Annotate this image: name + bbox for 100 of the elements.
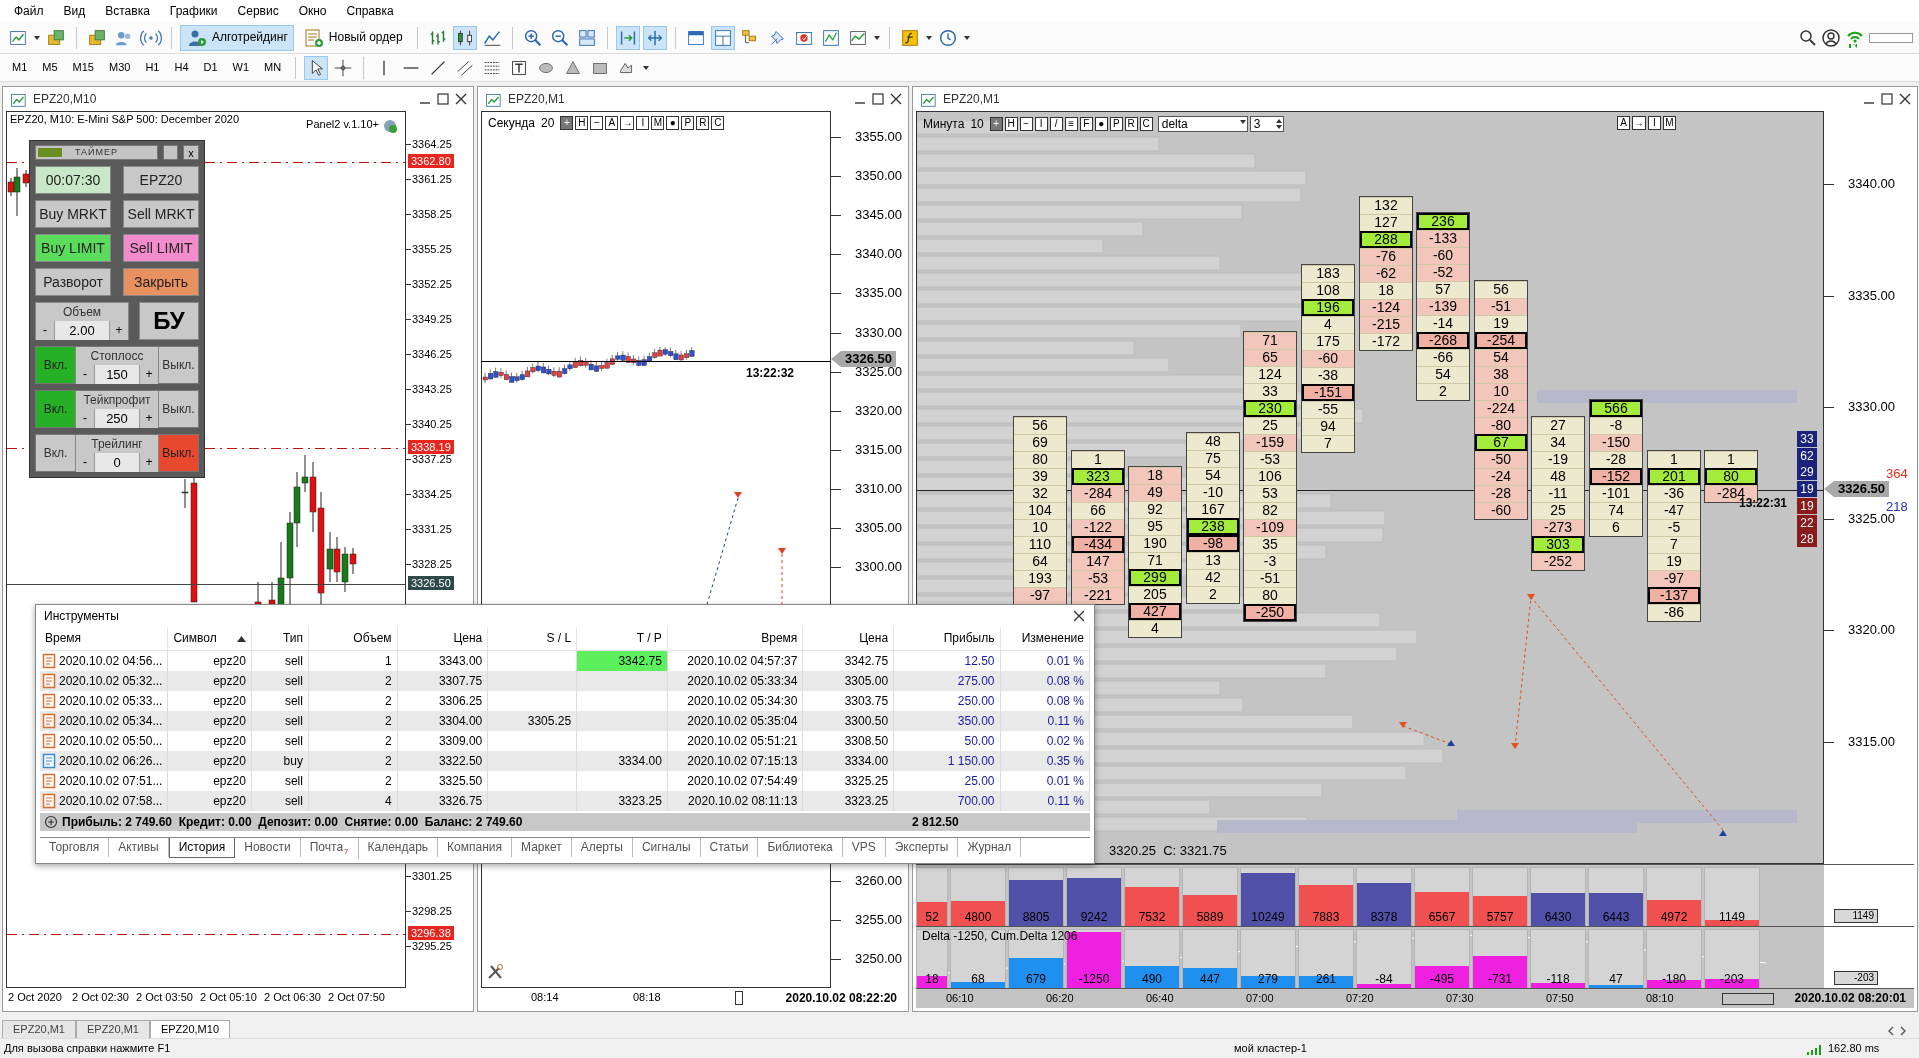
tool-button[interactable]: → — [1632, 116, 1646, 130]
panel-tab[interactable]: Эксперты — [885, 838, 959, 857]
panel-button[interactable]: EPZ20 — [123, 166, 199, 194]
volume-field[interactable]: 2.00 — [55, 321, 109, 340]
column-header[interactable]: Цена — [453, 631, 483, 646]
column-header[interactable]: Время — [761, 631, 798, 646]
on-button[interactable]: Вкл. — [36, 391, 75, 427]
column-header[interactable]: Символ — [173, 631, 217, 646]
off-button[interactable]: Выкл. — [159, 391, 198, 427]
menu-item[interactable]: Вид — [53, 1, 96, 21]
menu-item[interactable]: Файл — [4, 1, 54, 21]
close-icon[interactable] — [1072, 608, 1086, 623]
panel-tab[interactable]: Маркет — [512, 838, 572, 857]
expand-icon[interactable] — [44, 815, 58, 830]
column-header[interactable]: T / P — [636, 631, 662, 646]
minus-button[interactable]: - — [36, 321, 55, 340]
on-button[interactable]: Вкл. — [36, 347, 75, 383]
panel-tab[interactable]: История — [168, 838, 236, 858]
panel-tab[interactable]: Активы — [109, 838, 169, 857]
tool-button[interactable]: A — [605, 116, 619, 131]
tool-button[interactable]: I — [1648, 116, 1661, 130]
layout-icon[interactable] — [710, 25, 735, 50]
blank-button[interactable] — [163, 145, 178, 160]
column-header[interactable]: Время — [45, 631, 82, 646]
menu-item[interactable]: Справка — [336, 1, 404, 21]
off-button[interactable]: Выкл. — [159, 347, 198, 383]
tool-button[interactable]: P — [1109, 117, 1123, 131]
tool-button[interactable]: M — [1663, 116, 1676, 130]
chart-tab[interactable]: EPZ20,M1 — [75, 1019, 150, 1038]
plus-button[interactable]: + — [139, 453, 158, 472]
minus-button[interactable]: - — [76, 453, 95, 472]
setting-field[interactable]: 0 — [95, 453, 139, 472]
tool-button[interactable]: ● — [666, 116, 680, 131]
panel-tab[interactable]: Торговля — [40, 838, 110, 857]
column-header[interactable]: Тип — [282, 631, 303, 646]
tool-button[interactable]: + — [560, 116, 574, 131]
minus-button[interactable]: - — [76, 409, 95, 428]
panel-close-button[interactable]: x — [183, 145, 199, 160]
panel-tab[interactable]: Алерты — [571, 838, 633, 857]
panel-tab[interactable]: Сигналы — [632, 838, 701, 857]
timeframe-button[interactable]: MN — [258, 58, 288, 77]
panel-tab[interactable]: Почта$_{7}$ — [300, 838, 359, 859]
minus-button[interactable]: - — [76, 365, 95, 384]
timeframe-button[interactable]: M15 — [66, 58, 100, 77]
timeframe-button[interactable]: W1 — [226, 58, 256, 77]
tools-icon[interactable] — [486, 963, 504, 981]
toolbar-button[interactable]: Алготрейдинг — [180, 24, 294, 51]
timeframe-button[interactable]: H1 — [139, 58, 166, 77]
off-button[interactable]: Выкл. — [159, 435, 198, 471]
chart-shift-icon[interactable] — [642, 25, 667, 50]
close-icon[interactable] — [890, 93, 902, 105]
scroll-box-icon[interactable] — [735, 991, 743, 1005]
panel-tab[interactable]: Статьи — [700, 838, 759, 857]
timeframe-button[interactable]: M30 — [102, 58, 137, 77]
panel-button[interactable]: Buy MRKT — [35, 200, 111, 228]
tool-button[interactable]: A — [1617, 116, 1630, 130]
user-icon[interactable] — [1821, 27, 1841, 48]
column-header[interactable]: Изменение — [1021, 631, 1084, 646]
maximize-icon[interactable] — [437, 93, 449, 105]
menu-item[interactable]: Сервис — [227, 1, 289, 21]
autoscroll-icon[interactable] — [615, 25, 640, 50]
scroll-box-icon[interactable] — [1722, 992, 1774, 1005]
timeframe-button[interactable]: H4 — [168, 58, 195, 77]
chart-tab[interactable]: EPZ20,M1 — [2, 1019, 76, 1038]
panel-tab[interactable]: Библиотека — [758, 838, 843, 857]
sort-up-icon[interactable] — [236, 635, 246, 642]
candlestick-icon[interactable] — [452, 25, 477, 50]
plus-button[interactable]: + — [109, 321, 128, 340]
tool-button[interactable]: − — [590, 116, 604, 131]
panel-button[interactable]: Закрыть — [123, 268, 199, 296]
column-header[interactable]: S / L — [546, 631, 572, 646]
close-icon[interactable] — [1899, 93, 1911, 105]
tool-button[interactable]: R — [696, 116, 710, 131]
toolbar-button[interactable]: Новый ордер — [296, 24, 409, 51]
spin-field[interactable]: 3 — [1249, 116, 1284, 132]
timeframe-button[interactable]: M1 — [6, 58, 34, 77]
column-header[interactable]: Прибыль — [943, 631, 995, 646]
indicator-dropdown[interactable]: delta — [1157, 116, 1248, 132]
maximize-icon[interactable] — [1881, 93, 1893, 105]
menu-item[interactable]: Окно — [288, 1, 337, 21]
menu-item[interactable]: Графики — [159, 1, 228, 21]
timeframe-button[interactable]: D1 — [197, 58, 224, 77]
column-header[interactable]: Объем — [353, 631, 392, 646]
tool-button[interactable]: ● — [1094, 117, 1108, 131]
tool-button[interactable]: C — [1139, 117, 1153, 131]
tool-button[interactable]: P — [681, 116, 695, 131]
panel-tab[interactable]: Компания — [438, 838, 512, 857]
setting-field[interactable]: 250 — [95, 409, 139, 428]
menu-item[interactable]: Вставка — [95, 1, 160, 21]
cursor-icon[interactable] — [304, 55, 329, 80]
plus-button[interactable]: + — [139, 365, 158, 384]
tool-button[interactable]: → — [620, 116, 635, 131]
timeframe-button[interactable]: M5 — [36, 58, 64, 77]
panel-tab[interactable]: VPS — [842, 838, 886, 857]
maximize-icon[interactable] — [872, 93, 884, 105]
breakeven-button[interactable]: БУ — [139, 302, 199, 340]
panel-button[interactable]: Sell MRKT — [123, 200, 199, 228]
column-header[interactable]: Цена — [859, 631, 889, 646]
tool-button[interactable]: R — [1124, 117, 1138, 131]
search-icon[interactable] — [1798, 27, 1818, 48]
